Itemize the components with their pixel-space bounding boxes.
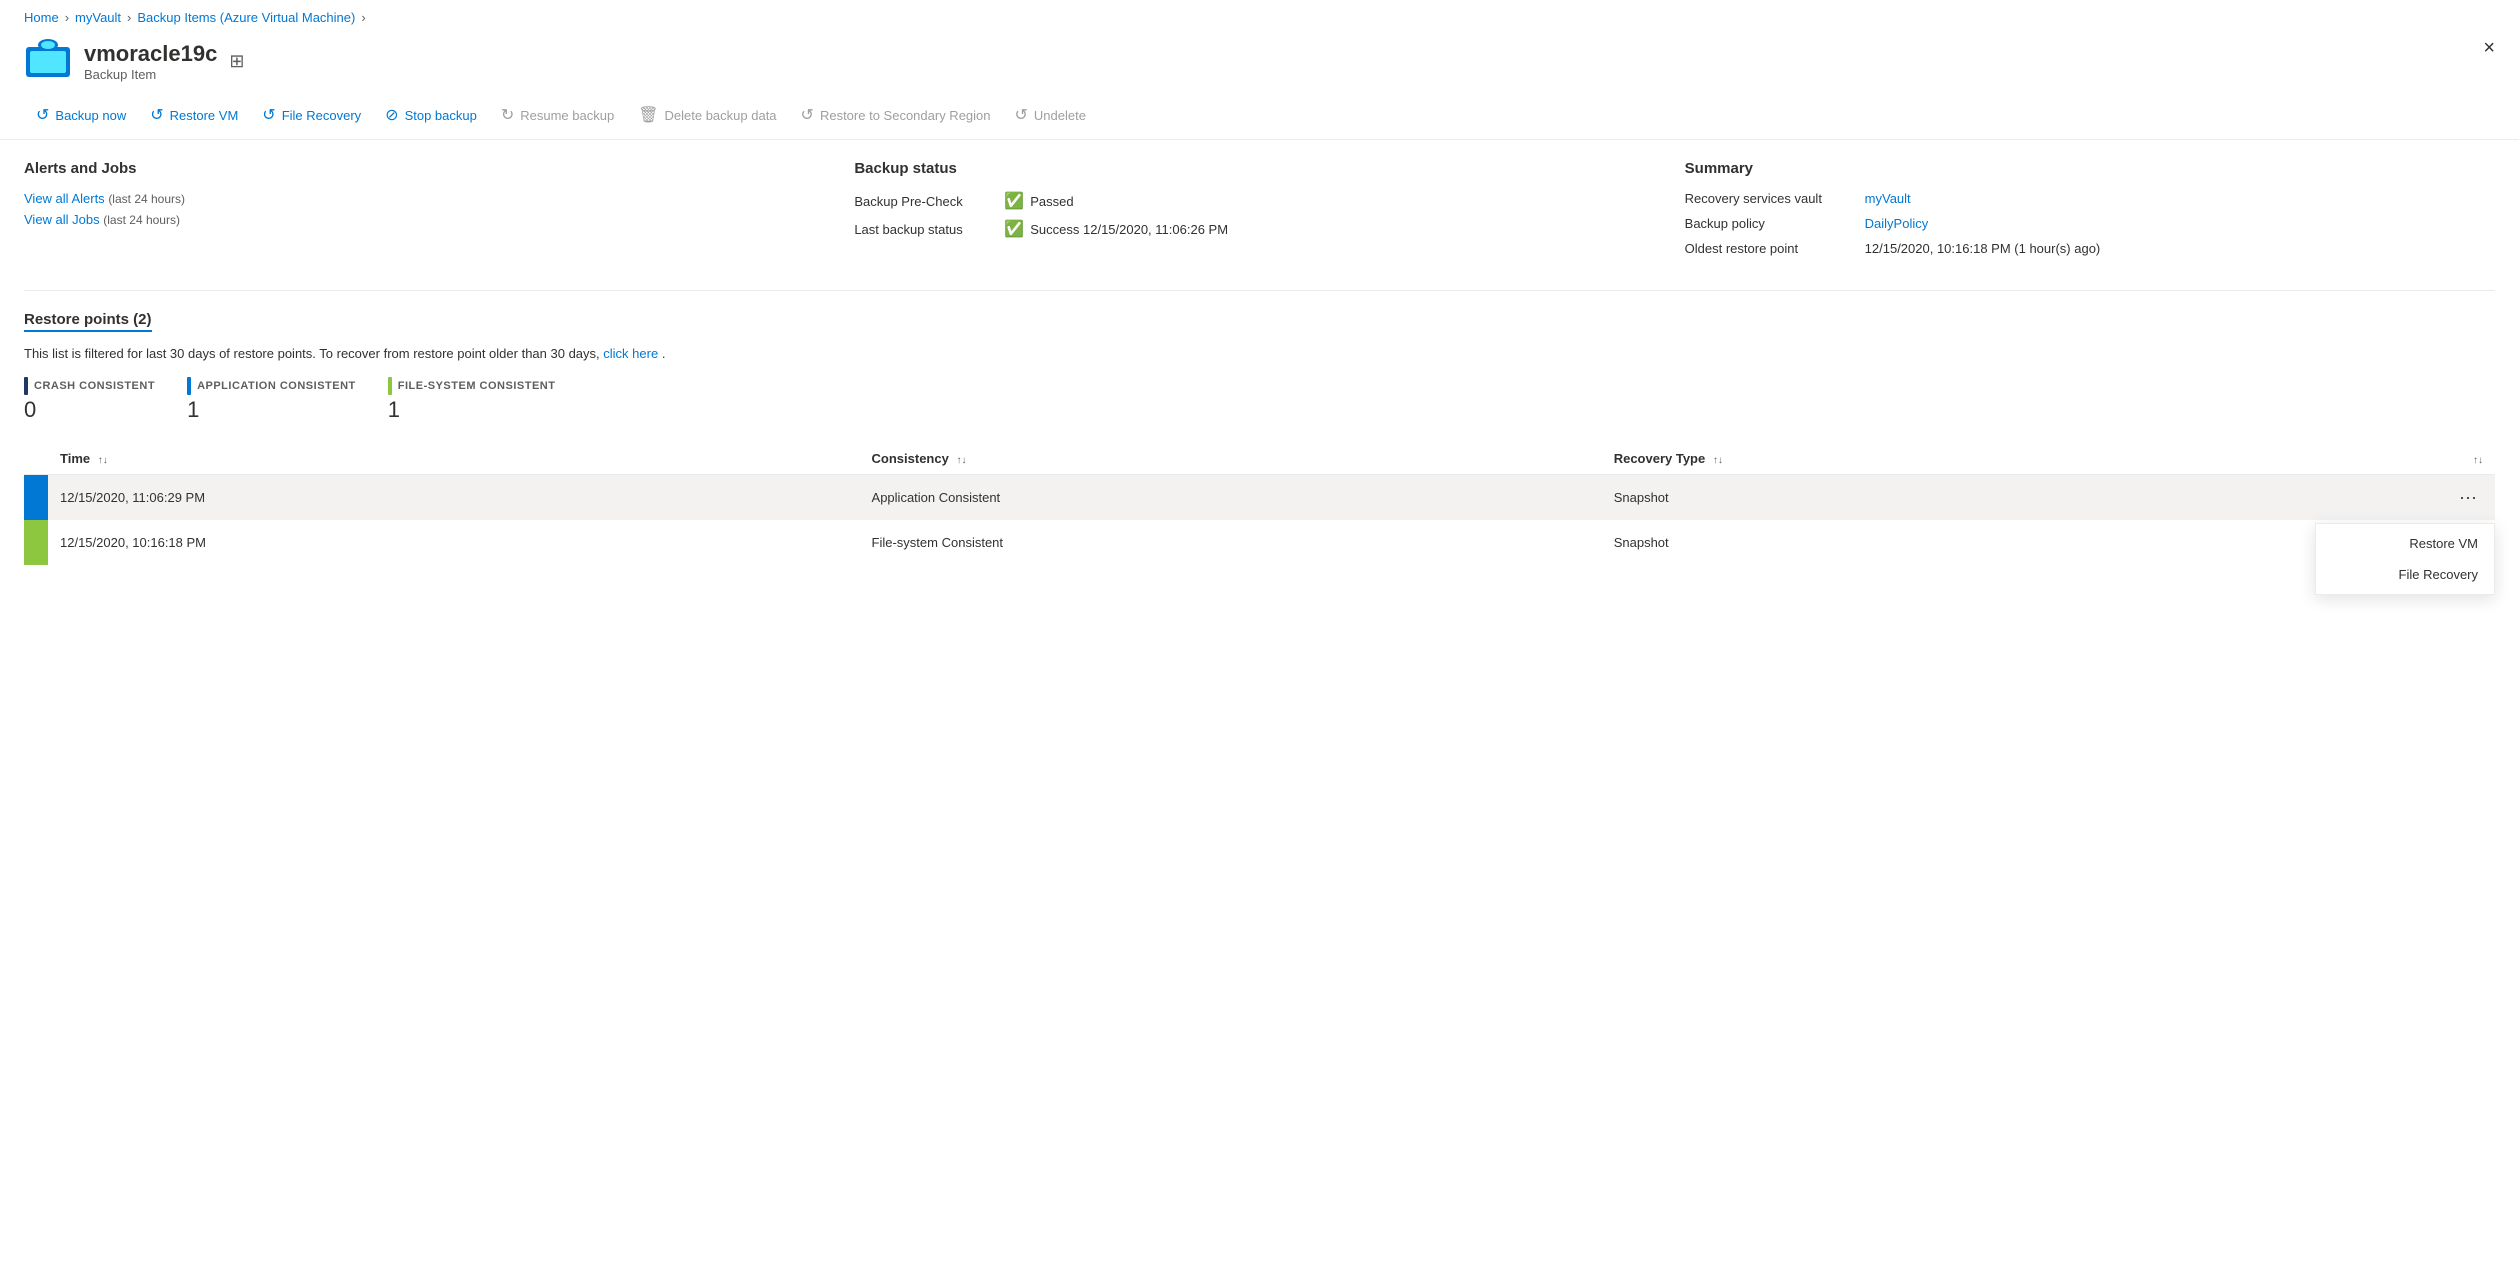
row1-more-button[interactable]: ···: [2453, 485, 2483, 510]
last-backup-row: Last backup status ✅ Success 12/15/2020,…: [854, 219, 1664, 239]
context-menu: Restore VM File Recovery: [2315, 523, 2495, 595]
backup-status-section: Backup status Backup Pre-Check ✅ Passed …: [854, 160, 1664, 266]
pre-check-icon: ✅: [1004, 191, 1024, 211]
alerts-jobs-section: Alerts and Jobs View all Alerts (last 24…: [24, 160, 834, 266]
oldest-row: Oldest restore point 12/15/2020, 10:16:1…: [1685, 241, 2495, 256]
breadcrumb-vault[interactable]: myVault: [75, 10, 121, 25]
restore-vm-icon: ↺: [150, 105, 163, 125]
filesystem-consistent-legend: FILE-SYSTEM CONSISTENT 1: [388, 377, 556, 423]
pre-check-row: Backup Pre-Check ✅ Passed: [854, 191, 1664, 211]
file-recovery-menu-item[interactable]: File Recovery: [2316, 559, 2494, 590]
file-recovery-icon: ↺: [262, 105, 275, 125]
restore-points-section: Restore points (2) This list is filtered…: [24, 311, 2495, 565]
resume-backup-icon: ↻: [501, 105, 514, 125]
click-here-link[interactable]: click here: [603, 346, 658, 361]
restore-secondary-icon: ↺: [801, 105, 814, 125]
row1-time: 12/15/2020, 11:06:29 PM: [48, 475, 860, 521]
delete-backup-data-button[interactable]: 🗑 Delete backup data: [626, 99, 788, 131]
breadcrumb-backup-items[interactable]: Backup Items (Azure Virtual Machine): [137, 10, 355, 25]
time-sort-icon[interactable]: ↑↓: [98, 455, 108, 466]
application-consistent-legend: APPLICATION CONSISTENT 1: [187, 377, 356, 423]
alerts-jobs-title: Alerts and Jobs: [24, 160, 834, 177]
vault-link[interactable]: myVault: [1865, 191, 1911, 206]
restore-points-table: Time ↑↓ Consistency ↑↓ Recovery Type ↑↓: [24, 443, 2495, 565]
view-jobs-link[interactable]: View all Jobs (last 24 hours): [24, 212, 834, 227]
section-divider: [24, 290, 2495, 291]
restore-points-table-container: Time ↑↓ Consistency ↑↓ Recovery Type ↑↓: [24, 443, 2495, 565]
row2-indicator: [24, 520, 48, 565]
actions-header: ↑↓: [2237, 443, 2495, 475]
backup-now-icon: ↺: [36, 105, 49, 125]
consistency-header: Consistency ↑↓: [860, 443, 1602, 475]
breadcrumb-home[interactable]: Home: [24, 10, 59, 25]
last-backup-icon: ✅: [1004, 219, 1024, 239]
table-header-row: Time ↑↓ Consistency ↑↓ Recovery Type ↑↓: [24, 443, 2495, 475]
row2-recovery-type: Snapshot: [1602, 520, 2238, 565]
recovery-type-sort-icon[interactable]: ↑↓: [1713, 455, 1723, 466]
policy-row: Backup policy DailyPolicy: [1685, 216, 2495, 231]
row1-indicator: [24, 475, 48, 521]
row1-consistency: Application Consistent: [860, 475, 1602, 521]
recovery-type-header: Recovery Type ↑↓: [1602, 443, 2238, 475]
oldest-value: 12/15/2020, 10:16:18 PM (1 hour(s) ago): [1865, 241, 2101, 256]
breadcrumb: Home › myVault › Backup Items (Azure Vir…: [0, 0, 2519, 31]
vm-icon: [24, 37, 72, 85]
undelete-button[interactable]: ↺ Undelete: [1003, 99, 1098, 131]
last-backup-value: Success 12/15/2020, 11:06:26 PM: [1030, 222, 1228, 237]
consistency-legend: CRASH CONSISTENT 0 APPLICATION CONSISTEN…: [24, 377, 2495, 423]
resume-backup-button[interactable]: ↻ Resume backup: [489, 99, 626, 131]
vault-row: Recovery services vault myVault: [1685, 191, 2495, 206]
close-button[interactable]: ×: [2483, 37, 2495, 60]
backup-status-title: Backup status: [854, 160, 1664, 177]
filter-note: This list is filtered for last 30 days o…: [24, 346, 2495, 361]
undelete-icon: ↺: [1015, 105, 1028, 125]
table-row: 12/15/2020, 10:16:18 PM File-system Cons…: [24, 520, 2495, 565]
policy-link[interactable]: DailyPolicy: [1865, 216, 1929, 231]
backup-now-button[interactable]: ↺ Backup now: [24, 99, 138, 131]
stop-backup-button[interactable]: ⊘ Stop backup: [373, 99, 489, 131]
table-row: 12/15/2020, 11:06:29 PM Application Cons…: [24, 475, 2495, 521]
crash-consistent-legend: CRASH CONSISTENT 0: [24, 377, 155, 423]
crash-bar: [24, 377, 28, 395]
indicator-header: [24, 443, 48, 475]
stop-backup-icon: ⊘: [385, 105, 398, 125]
row2-time: 12/15/2020, 10:16:18 PM: [48, 520, 860, 565]
summary-title: Summary: [1685, 160, 2495, 177]
main-content: Alerts and Jobs View all Alerts (last 24…: [0, 140, 2519, 585]
actions-sort-icon[interactable]: ↑↓: [2473, 455, 2483, 466]
info-grid: Alerts and Jobs View all Alerts (last 24…: [24, 160, 2495, 266]
toolbar: ↺ Backup now ↺ Restore VM ↺ File Recover…: [0, 95, 2519, 140]
row2-consistency: File-system Consistent: [860, 520, 1602, 565]
view-alerts-link[interactable]: View all Alerts (last 24 hours): [24, 191, 834, 206]
print-icon[interactable]: ⊞: [229, 51, 244, 72]
restore-secondary-button[interactable]: ↺ Restore to Secondary Region: [789, 99, 1003, 131]
consistency-sort-icon[interactable]: ↑↓: [956, 455, 966, 466]
summary-section: Summary Recovery services vault myVault …: [1685, 160, 2495, 266]
pre-check-value: Passed: [1030, 194, 1073, 209]
restore-vm-button[interactable]: ↺ Restore VM: [138, 99, 250, 131]
application-bar: [187, 377, 191, 395]
delete-backup-icon: 🗑: [638, 105, 658, 125]
restore-points-title: Restore points (2): [24, 311, 152, 332]
file-recovery-button[interactable]: ↺ File Recovery: [250, 99, 373, 131]
restore-vm-menu-item[interactable]: Restore VM: [2316, 528, 2494, 559]
filesystem-bar: [388, 377, 392, 395]
page-subtitle: Backup Item: [84, 67, 217, 82]
page-header: vmoracle19c Backup Item ⊞ ×: [0, 31, 2519, 95]
time-header: Time ↑↓: [48, 443, 860, 475]
row1-recovery-type: Snapshot: [1602, 475, 2238, 521]
page-title: vmoracle19c: [84, 41, 217, 67]
